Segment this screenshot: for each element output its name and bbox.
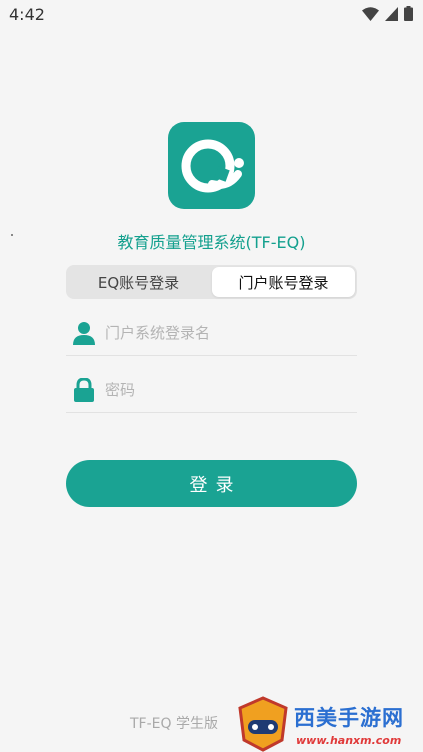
login-type-tabs: EQ账号登录 门户账号登录 bbox=[66, 265, 357, 299]
cellular-signal-icon bbox=[385, 6, 398, 21]
user-icon bbox=[73, 322, 95, 345]
app-logo bbox=[168, 122, 255, 209]
password-field bbox=[66, 368, 357, 413]
username-input[interactable] bbox=[103, 319, 347, 347]
status-icons bbox=[362, 6, 413, 21]
watermark-title: 西美手游网 bbox=[294, 706, 404, 730]
app-title: 教育质量管理系统(TF-EQ) bbox=[117, 233, 306, 252]
watermark-gamepad-badge-icon bbox=[238, 696, 288, 752]
lock-icon bbox=[74, 378, 94, 402]
wifi-icon bbox=[362, 6, 379, 21]
app-logo-q-icon bbox=[181, 139, 244, 193]
status-bar: 4:42 bbox=[0, 0, 423, 30]
watermark-url: www.hanxm.com bbox=[296, 734, 402, 747]
username-field bbox=[66, 311, 357, 356]
footer-version-text: TF-EQ 学生版 bbox=[130, 716, 218, 732]
status-time: 4:42 bbox=[9, 5, 45, 24]
login-button[interactable]: 登录 bbox=[66, 460, 357, 507]
tab-eq-account-login[interactable]: EQ账号登录 bbox=[66, 265, 211, 299]
tab-portal-account-login[interactable]: 门户账号登录 bbox=[212, 267, 355, 297]
password-input[interactable] bbox=[103, 376, 347, 404]
watermark: 西美手游网 www.hanxm.com bbox=[236, 696, 423, 752]
battery-icon bbox=[404, 6, 413, 21]
